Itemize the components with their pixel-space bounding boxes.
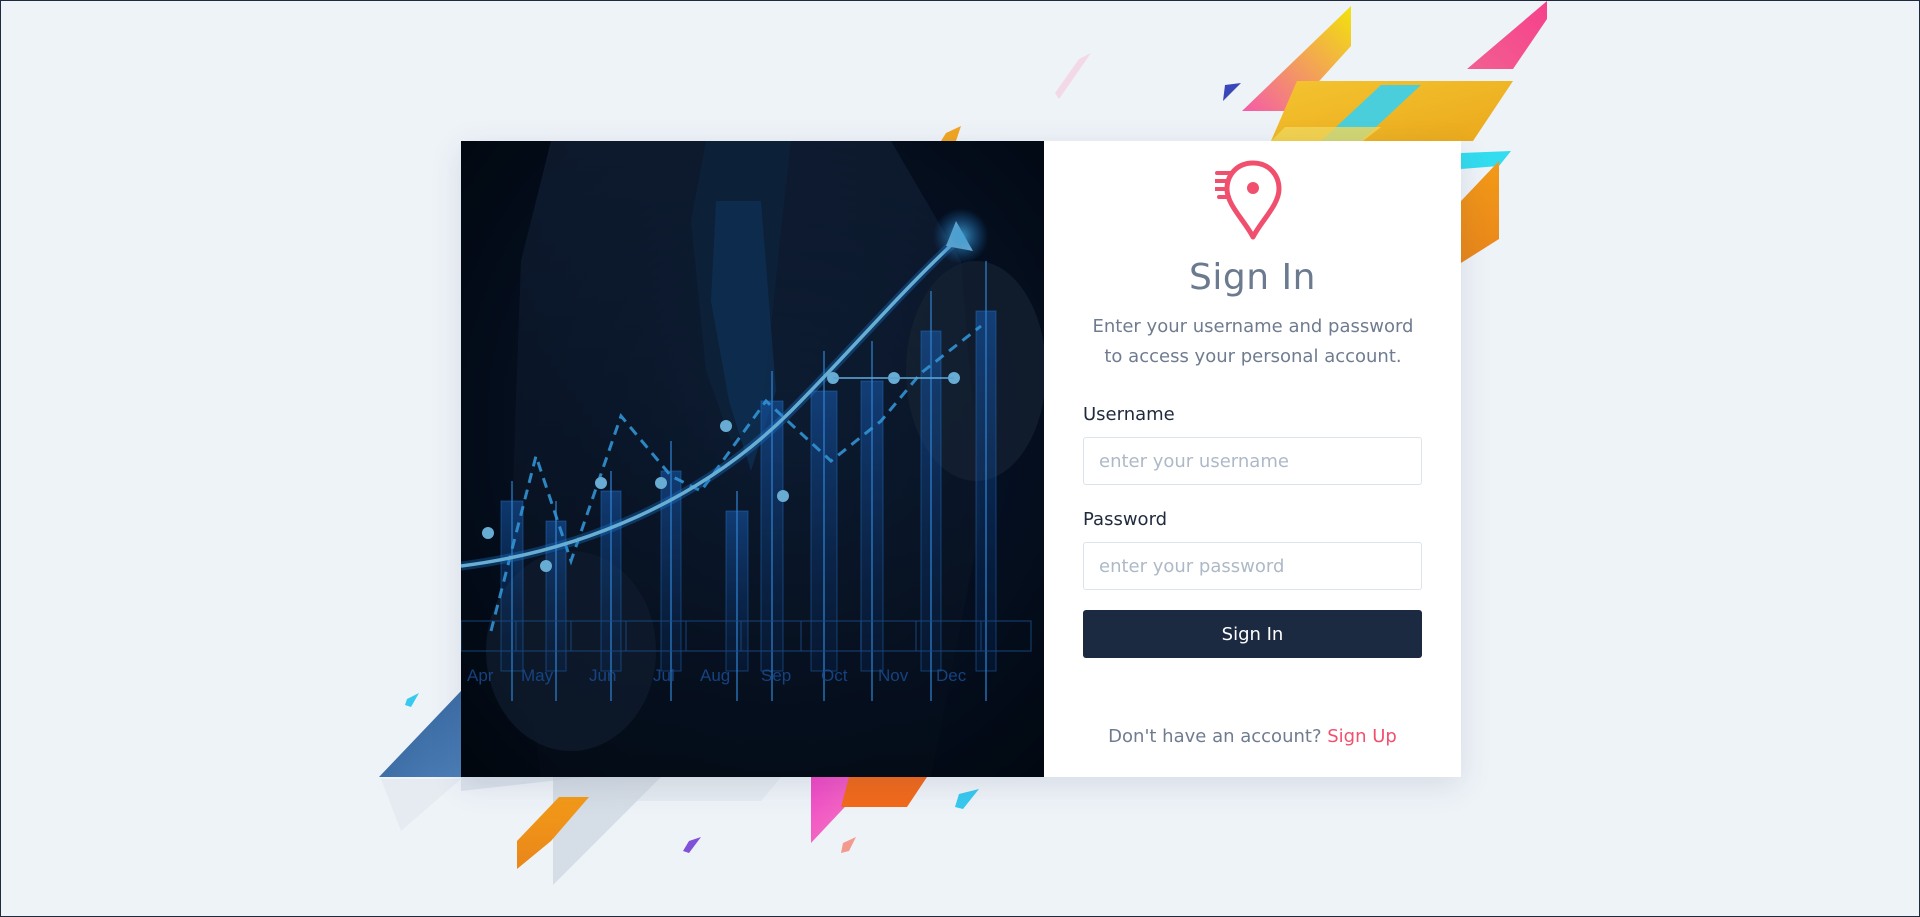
signup-prompt-text: Don't have an account? — [1108, 726, 1328, 747]
password-input[interactable] — [1083, 542, 1422, 590]
growth-chart-illustration: Apr May Jun Jul Aug Sep Oct Nov Dec — [461, 141, 1044, 777]
map-pin-logo-icon — [1214, 160, 1281, 240]
page-subtitle: Enter your username and password to acce… — [1092, 316, 1414, 367]
username-label: Username — [1083, 404, 1175, 425]
sign-in-form-panel: Sign In Enter your username and password… — [1044, 141, 1461, 777]
sign-up-link[interactable]: Sign Up — [1327, 726, 1397, 747]
business-growth-chart-image: Apr May Jun Jul Aug Sep Oct Nov Dec — [461, 141, 1044, 777]
signup-prompt-row: Don't have an account? Sign Up — [1044, 726, 1461, 747]
page-title: Sign In — [1189, 257, 1316, 298]
login-page: Apr May Jun Jul Aug Sep Oct Nov Dec Sign… — [0, 0, 1920, 917]
sign-in-card: Apr May Jun Jul Aug Sep Oct Nov Dec Sign… — [461, 141, 1461, 777]
password-label: Password — [1083, 509, 1168, 530]
sign-in-button[interactable]: Sign In — [1083, 610, 1422, 658]
username-input[interactable] — [1083, 437, 1422, 485]
